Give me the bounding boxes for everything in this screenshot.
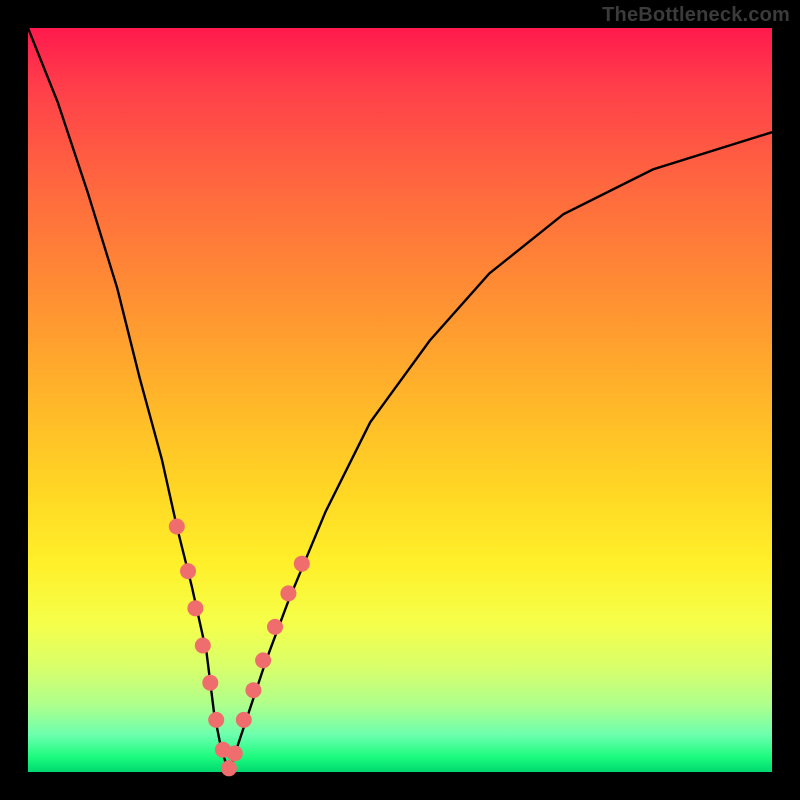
data-marker: [267, 619, 283, 635]
data-marker: [202, 675, 218, 691]
data-marker: [236, 712, 252, 728]
data-marker: [294, 556, 310, 572]
data-marker: [245, 682, 261, 698]
data-marker: [180, 563, 196, 579]
bottleneck-curve: [28, 28, 772, 772]
data-marker: [280, 585, 296, 601]
watermark-text: TheBottleneck.com: [602, 4, 790, 27]
data-marker: [208, 712, 224, 728]
data-marker: [227, 745, 243, 761]
data-marker: [195, 638, 211, 654]
data-marker: [187, 600, 203, 616]
chart-svg-layer: [28, 28, 772, 772]
data-marker: [221, 760, 237, 776]
data-marker: [169, 519, 185, 535]
chart-frame: TheBottleneck.com: [0, 0, 800, 800]
data-marker: [255, 652, 271, 668]
